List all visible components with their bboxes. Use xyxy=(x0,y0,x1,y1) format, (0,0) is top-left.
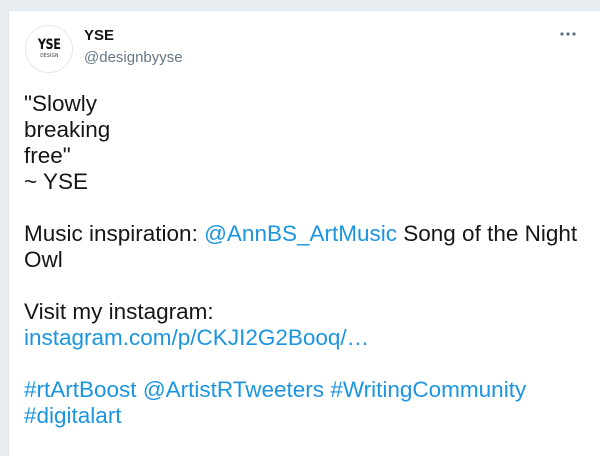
music-inspiration-line: Music inspiration: @AnnBS_ArtMusic Song … xyxy=(24,221,584,247)
instagram-link[interactable]: instagram.com/p/CKJI2G2Booq/… xyxy=(24,325,584,351)
avatar-logo-text: YSE xyxy=(37,37,61,53)
music-mention-link[interactable]: @AnnBS_ArtMusic xyxy=(204,221,397,246)
instagram-label: Visit my instagram: xyxy=(24,299,214,324)
tweet-text: "Slowly breaking free" ~ YSE Music inspi… xyxy=(24,91,584,429)
music-suffix-continued: Owl xyxy=(24,247,63,272)
hashtag-link[interactable]: #WritingCommunity xyxy=(330,377,526,402)
signature: ~ YSE xyxy=(24,169,89,194)
user-handle[interactable]: @designbyyse xyxy=(84,49,183,67)
tweet-card: YSE DESIGN YSE @designbyyse "Slowly brea… xyxy=(8,10,600,456)
more-options-button[interactable] xyxy=(558,24,578,44)
hashtag-link[interactable]: #digitalart xyxy=(24,403,584,429)
display-name[interactable]: YSE xyxy=(84,27,114,45)
quote-line: free" xyxy=(24,143,71,168)
more-horizontal-icon xyxy=(560,32,576,36)
music-suffix: Song of the Night xyxy=(397,221,578,246)
quote-line: "Slowly xyxy=(24,91,98,116)
hashtags-line: #rtArtBoost @ArtistRTweeters #WritingCom… xyxy=(24,377,584,403)
mention-link[interactable]: @ArtistRTweeters xyxy=(143,377,324,402)
quote-line: breaking xyxy=(24,117,111,142)
avatar[interactable]: YSE DESIGN xyxy=(25,25,73,73)
music-prefix: Music inspiration: xyxy=(24,221,205,246)
hashtag-link[interactable]: #rtArtBoost xyxy=(24,377,137,402)
avatar-logo-subtext: DESIGN xyxy=(39,53,59,59)
